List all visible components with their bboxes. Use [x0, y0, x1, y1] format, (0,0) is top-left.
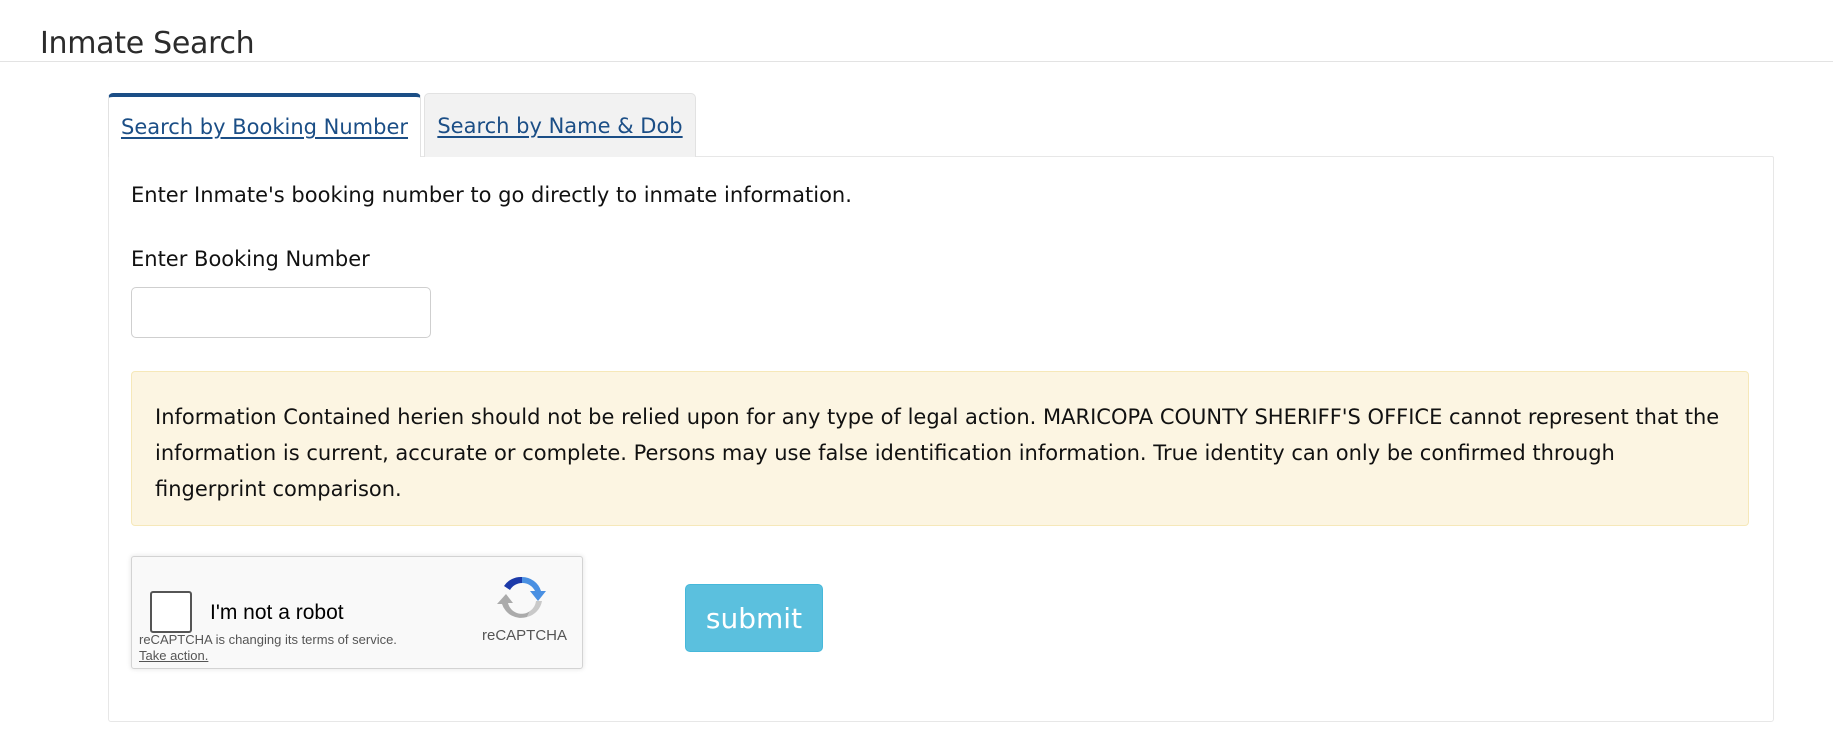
- recaptcha-checkbox-label: I'm not a robot: [210, 601, 344, 624]
- recaptcha-checkbox[interactable]: [150, 591, 192, 633]
- booking-intro-text: Enter Inmate's booking number to go dire…: [131, 183, 852, 207]
- recaptcha-terms-text: reCAPTCHA is changing its terms of servi…: [139, 632, 397, 647]
- recaptcha-widget: I'm not a robot reCAPTCHA reCAPTCHA is c…: [131, 556, 583, 669]
- recaptcha-take-action-link[interactable]: Take action.: [139, 648, 208, 664]
- booking-number-input[interactable]: [131, 287, 431, 338]
- recaptcha-brand: reCAPTCHA: [482, 627, 568, 644]
- tab-name-dob-link[interactable]: Search by Name & Dob: [437, 114, 682, 138]
- title-divider: [0, 61, 1833, 62]
- booking-number-label: Enter Booking Number: [131, 247, 370, 271]
- tab-search-by-name-dob[interactable]: Search by Name & Dob: [424, 93, 696, 157]
- recaptcha-logo-icon: [497, 576, 546, 618]
- disclaimer-alert: Information Contained herien should not …: [131, 371, 1749, 526]
- tab-search-by-booking-number[interactable]: Search by Booking Number: [108, 93, 421, 157]
- page-title: Inmate Search: [40, 26, 255, 61]
- submit-button[interactable]: submit: [685, 584, 823, 652]
- tab-booking-link[interactable]: Search by Booking Number: [121, 115, 408, 139]
